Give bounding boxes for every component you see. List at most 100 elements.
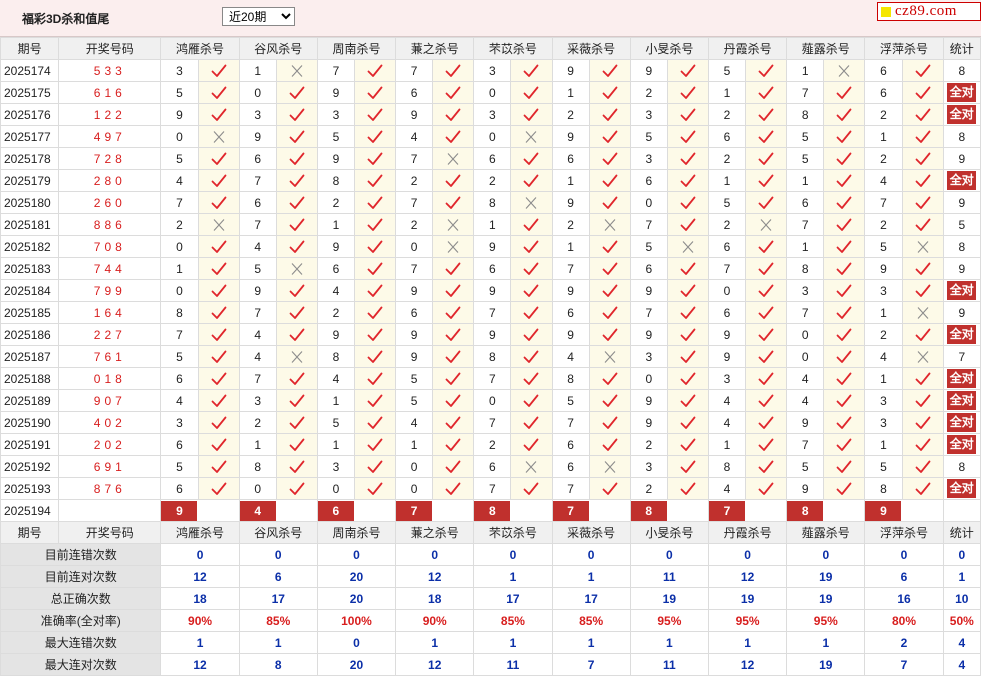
kill-result-cell xyxy=(666,433,709,456)
kill-value-cell: 7 xyxy=(238,367,277,390)
current-kill-cell: 9 xyxy=(160,499,240,522)
stat-count: 5 xyxy=(958,217,966,232)
site-logo[interactable]: cz89.com xyxy=(877,2,981,21)
check-icon xyxy=(211,482,226,495)
kill-value-cell: 1 xyxy=(160,257,199,280)
all-correct-badge: 全对 xyxy=(947,325,977,344)
stats-label: 总正确次数 xyxy=(0,587,162,610)
kill-value-cell: 1 xyxy=(707,81,747,104)
current-kill-cell: 8 xyxy=(786,499,866,522)
check-icon xyxy=(524,262,539,275)
current-kill-label: 当前期杀号 xyxy=(58,499,162,522)
cross-icon xyxy=(213,131,225,143)
check-icon xyxy=(758,460,774,473)
kill-value-cell: 2 xyxy=(551,213,590,236)
check-icon xyxy=(445,438,461,451)
kill-value-cell: 9 xyxy=(629,59,668,82)
kill-value-cell: 5 xyxy=(707,191,747,214)
check-icon xyxy=(445,460,461,473)
kill-value-cell: 6 xyxy=(707,301,747,324)
check-icon xyxy=(367,108,383,121)
kill-value-cell: 7 xyxy=(629,213,668,236)
kill-result-cell xyxy=(510,411,553,434)
stats-total: 4 xyxy=(942,653,981,676)
kill-result-cell xyxy=(823,389,866,412)
check-icon xyxy=(289,240,305,253)
kill-result-cell xyxy=(197,477,240,500)
kill-value-cell: 3 xyxy=(629,103,668,126)
kill-value-cell: 9 xyxy=(551,191,590,214)
check-icon xyxy=(289,306,305,319)
kill-result-cell xyxy=(275,477,318,500)
kill-result-cell xyxy=(823,411,866,434)
stat-cell: 9 xyxy=(942,147,981,170)
kill-result-cell xyxy=(588,235,631,258)
kill-value-cell: 9 xyxy=(316,147,355,170)
kill-value-cell: 6 xyxy=(160,477,199,500)
kill-value-cell: 7 xyxy=(629,301,668,324)
kill-result-cell xyxy=(197,301,240,324)
kill-result-cell xyxy=(275,411,318,434)
kill-result-cell xyxy=(901,125,944,148)
check-icon xyxy=(445,482,461,495)
check-icon xyxy=(680,306,696,319)
kill-value-cell: 1 xyxy=(707,433,747,456)
kill-value-cell: 7 xyxy=(551,257,590,280)
issue-cell: 2025190 xyxy=(0,411,60,434)
issue-cell: 2025192 xyxy=(0,455,60,478)
kill-value-cell: 1 xyxy=(238,433,277,456)
kill-result-cell xyxy=(745,257,788,280)
table-row: 2025177 497 0 9 5 4 0 9 5 6 5 1 8 xyxy=(0,125,981,148)
check-icon xyxy=(836,350,852,363)
kill-result-cell xyxy=(901,411,944,434)
kill-value-cell: 8 xyxy=(551,367,590,390)
kill-value-cell: 7 xyxy=(238,213,277,236)
kill-result-cell xyxy=(823,301,866,324)
check-icon xyxy=(524,86,539,99)
check-icon xyxy=(602,394,618,407)
current-kill-cell: 7 xyxy=(551,499,631,522)
stats-value: 6 xyxy=(238,565,318,588)
kill-result-cell xyxy=(901,103,944,126)
stats-total: 4 xyxy=(942,631,981,654)
check-icon xyxy=(524,372,539,385)
check-icon xyxy=(289,174,305,187)
kill-value-cell: 9 xyxy=(629,279,668,302)
kill-result-cell xyxy=(745,279,788,302)
kill-result-cell xyxy=(432,81,475,104)
kill-result-cell xyxy=(588,367,631,390)
check-icon xyxy=(524,218,539,231)
kill-result-cell xyxy=(745,81,788,104)
check-icon xyxy=(680,86,696,99)
check-icon xyxy=(445,350,461,363)
current-kill-value: 7 xyxy=(709,500,745,521)
check-icon xyxy=(367,240,383,253)
check-icon xyxy=(680,328,696,341)
kill-result-cell xyxy=(588,477,631,500)
stat-cell: 全对 xyxy=(942,323,981,346)
kill-result-cell xyxy=(197,169,240,192)
kill-value-cell: 8 xyxy=(864,477,903,500)
kill-result-cell xyxy=(666,411,709,434)
kill-result-cell xyxy=(823,213,866,236)
check-icon xyxy=(915,152,930,165)
kill-value-cell: 1 xyxy=(395,433,434,456)
kill-value-cell: 5 xyxy=(707,59,747,82)
check-icon xyxy=(524,438,539,451)
check-icon xyxy=(915,482,930,495)
kill-value-cell: 7 xyxy=(395,59,434,82)
stat-cell: 全对 xyxy=(942,389,981,412)
period-select[interactable]: 近20期 xyxy=(222,7,295,26)
kill-result-cell xyxy=(353,59,397,82)
stats-value: 17 xyxy=(238,587,318,610)
kill-result-cell xyxy=(275,323,318,346)
issue-cell: 2025186 xyxy=(0,323,60,346)
kill-result-cell xyxy=(823,257,866,280)
issue-cell: 2025183 xyxy=(0,257,60,280)
killer-header: 采薇杀号 xyxy=(551,37,631,60)
stat-cell: 全对 xyxy=(942,411,981,434)
check-icon xyxy=(836,130,852,143)
all-correct-badge: 全对 xyxy=(947,83,977,102)
table-row: 2025188 018 6 7 4 5 7 8 0 3 4 1 全对 xyxy=(0,367,981,390)
kill-value-cell: 2 xyxy=(551,103,590,126)
